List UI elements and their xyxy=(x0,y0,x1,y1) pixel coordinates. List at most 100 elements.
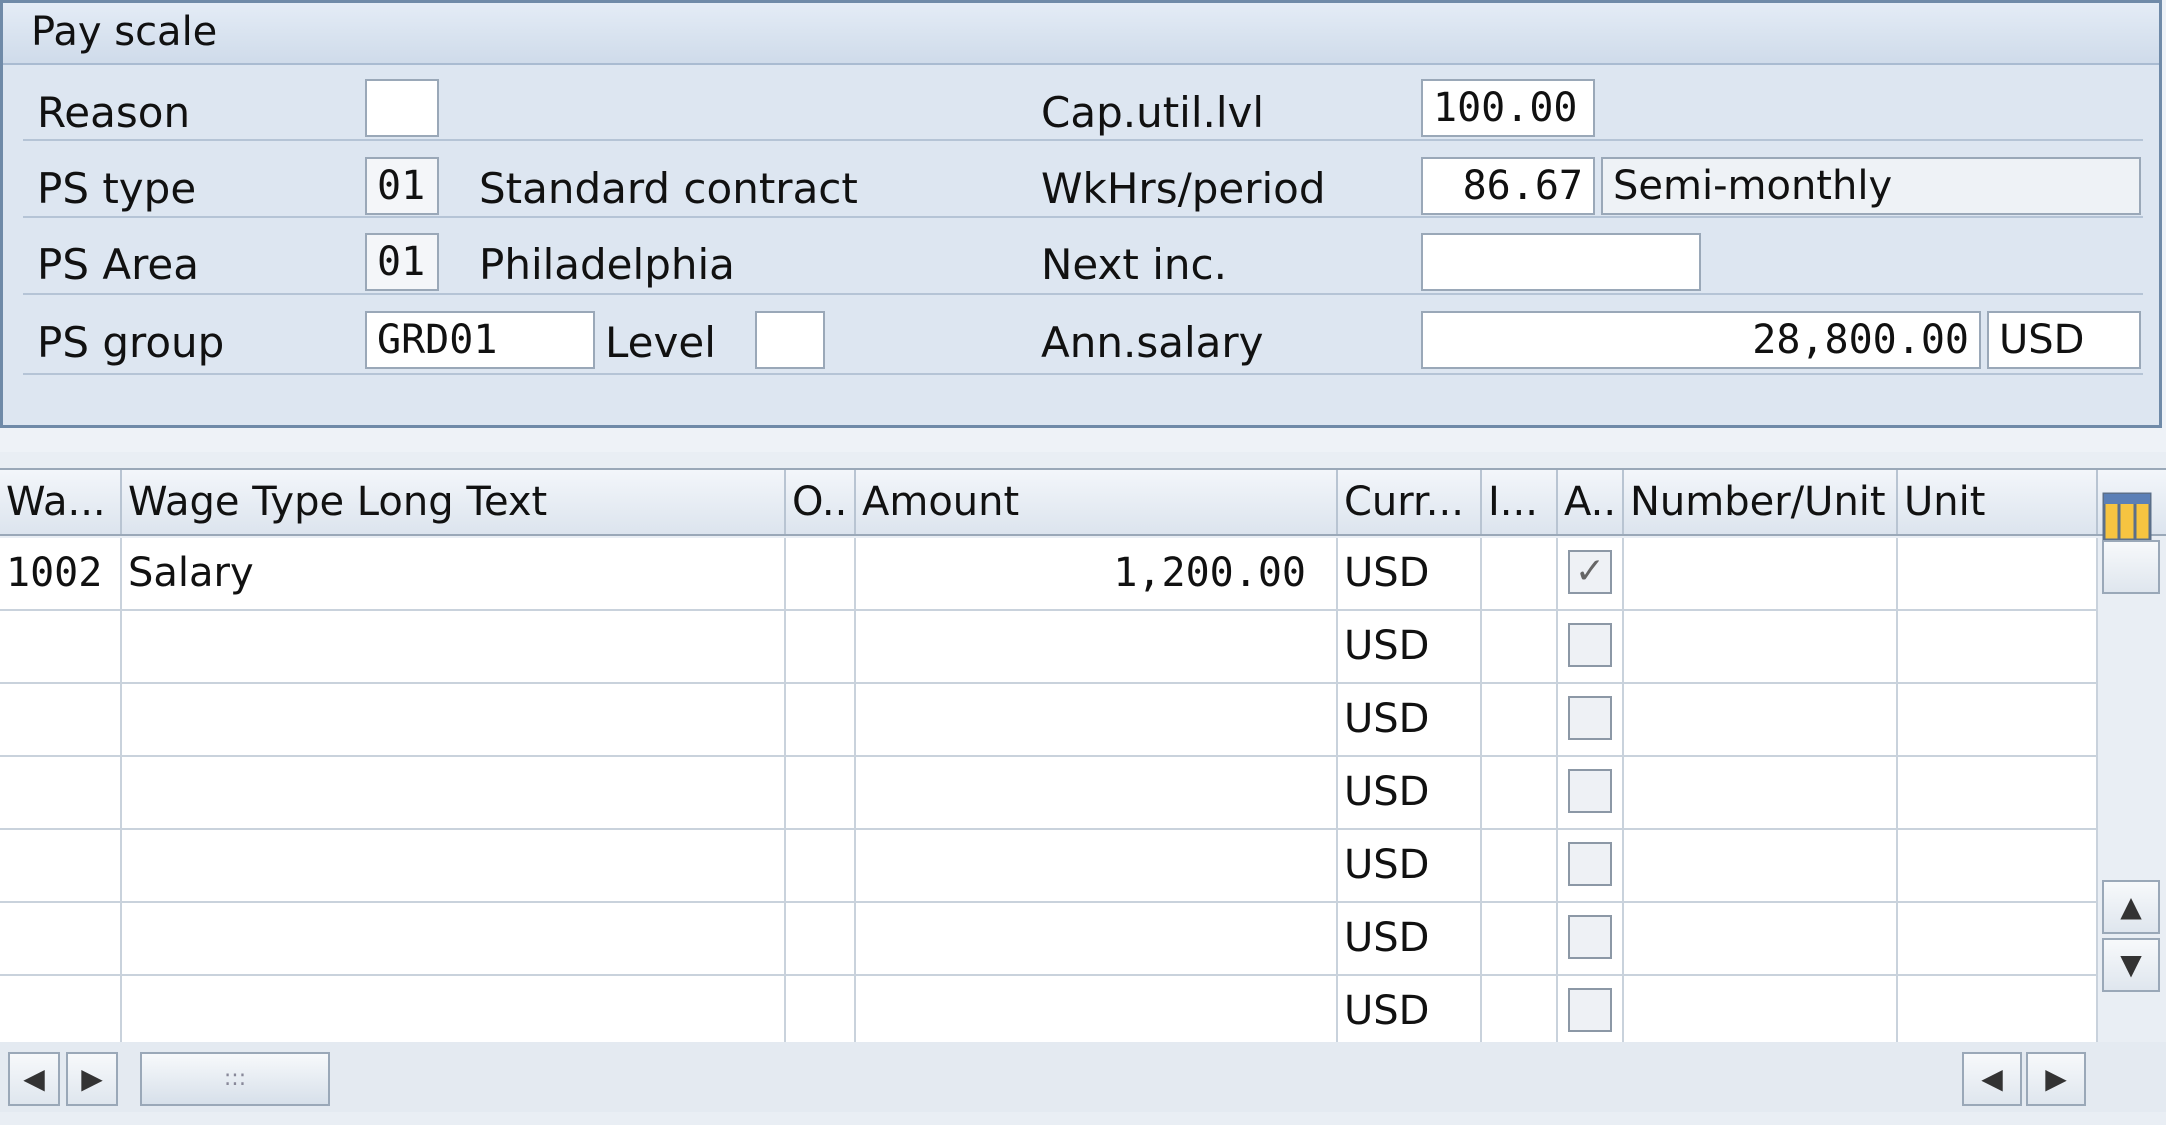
cell-wage-type[interactable] xyxy=(0,757,122,830)
cell-i[interactable] xyxy=(1482,976,1558,1049)
cell-o[interactable] xyxy=(786,684,856,757)
cell-o[interactable] xyxy=(786,611,856,684)
cell-amount[interactable] xyxy=(856,684,1338,757)
cell-wage-type[interactable] xyxy=(0,611,122,684)
cell-a xyxy=(1558,976,1624,1049)
cell-i[interactable] xyxy=(1482,538,1558,611)
col-header-number-unit[interactable]: Number/Unit xyxy=(1624,470,1898,534)
ann-salary-field[interactable]: 28,800.00 xyxy=(1421,311,1981,369)
cell-unit[interactable] xyxy=(1898,684,2098,757)
cell-wage-type[interactable] xyxy=(0,830,122,903)
cell-amount[interactable] xyxy=(856,903,1338,976)
ann-salary-currency-field[interactable]: USD xyxy=(1987,311,2141,369)
wkhrs-field[interactable]: 86.67 xyxy=(1421,157,1595,215)
assignment-checkbox[interactable] xyxy=(1568,988,1612,1032)
col-header-amount[interactable]: Amount xyxy=(856,470,1338,534)
scroll-right-right-button[interactable]: ▶ xyxy=(2026,1052,2086,1106)
reason-field[interactable] xyxy=(365,79,439,137)
cell-a xyxy=(1558,903,1624,976)
cell-a xyxy=(1558,757,1624,830)
cell-currency[interactable]: USD xyxy=(1338,757,1482,830)
cell-wage-type[interactable] xyxy=(0,684,122,757)
cap-util-field[interactable]: 100.00 xyxy=(1421,79,1595,137)
next-inc-label: Next inc. xyxy=(1041,240,1227,289)
scroll-right-button[interactable]: ▶ xyxy=(66,1052,118,1106)
cell-unit[interactable] xyxy=(1898,976,2098,1049)
cell-number-unit[interactable] xyxy=(1624,976,1898,1049)
row-divider xyxy=(23,139,2143,141)
col-header-unit[interactable]: Unit xyxy=(1898,470,2098,534)
cell-long-text[interactable] xyxy=(122,611,786,684)
assignment-checkbox[interactable]: ✓ xyxy=(1568,550,1612,594)
cell-long-text[interactable] xyxy=(122,830,786,903)
col-header-i[interactable]: I... xyxy=(1482,470,1558,534)
cell-long-text[interactable] xyxy=(122,903,786,976)
cell-o[interactable] xyxy=(786,757,856,830)
cell-amount[interactable]: 1,200.00 xyxy=(856,538,1338,611)
scroll-down-button[interactable]: ▼ xyxy=(2102,938,2160,992)
cell-o[interactable] xyxy=(786,830,856,903)
scroll-thumb[interactable]: ::: xyxy=(140,1052,330,1106)
cell-o[interactable] xyxy=(786,903,856,976)
cell-amount[interactable] xyxy=(856,830,1338,903)
col-header-currency[interactable]: Curr... xyxy=(1338,470,1482,534)
col-header-long-text[interactable]: Wage Type Long Text xyxy=(122,470,786,534)
col-header-o[interactable]: O.. xyxy=(786,470,856,534)
cell-i[interactable] xyxy=(1482,684,1558,757)
scroll-up-button[interactable]: ▲ xyxy=(2102,880,2160,934)
cell-currency[interactable]: USD xyxy=(1338,538,1482,611)
next-inc-field[interactable] xyxy=(1421,233,1701,291)
cell-unit[interactable] xyxy=(1898,830,2098,903)
cell-currency[interactable]: USD xyxy=(1338,903,1482,976)
cell-number-unit[interactable] xyxy=(1624,830,1898,903)
cell-wage-type[interactable] xyxy=(0,903,122,976)
cell-unit[interactable] xyxy=(1898,903,2098,976)
cell-wage-type[interactable]: 1002 xyxy=(0,538,122,611)
assignment-checkbox[interactable] xyxy=(1568,915,1612,959)
ps-group-field[interactable]: GRD01 xyxy=(365,311,595,369)
cell-currency[interactable]: USD xyxy=(1338,684,1482,757)
table-row: USD xyxy=(0,903,2098,976)
cell-o[interactable] xyxy=(786,538,856,611)
cell-amount[interactable] xyxy=(856,976,1338,1049)
assignment-checkbox[interactable] xyxy=(1568,769,1612,813)
cell-long-text[interactable]: Salary xyxy=(122,538,786,611)
cell-o[interactable] xyxy=(786,976,856,1049)
assignment-checkbox[interactable] xyxy=(1568,842,1612,886)
cell-number-unit[interactable] xyxy=(1624,757,1898,830)
level-field[interactable] xyxy=(755,311,825,369)
scroll-top-button[interactable] xyxy=(2102,540,2160,594)
cell-i[interactable] xyxy=(1482,830,1558,903)
cell-currency[interactable]: USD xyxy=(1338,830,1482,903)
vertical-scrollbar[interactable]: ▲ ▼ xyxy=(2100,540,2164,1010)
cell-number-unit[interactable] xyxy=(1624,538,1898,611)
col-header-a[interactable]: A.. xyxy=(1558,470,1624,534)
cell-currency[interactable]: USD xyxy=(1338,611,1482,684)
cell-number-unit[interactable] xyxy=(1624,903,1898,976)
cell-unit[interactable] xyxy=(1898,611,2098,684)
assignment-checkbox[interactable] xyxy=(1568,623,1612,667)
assignment-checkbox[interactable] xyxy=(1568,696,1612,740)
cell-long-text[interactable] xyxy=(122,976,786,1049)
scroll-left-button[interactable]: ◀ xyxy=(8,1052,60,1106)
cell-i[interactable] xyxy=(1482,611,1558,684)
cell-unit[interactable] xyxy=(1898,538,2098,611)
cell-long-text[interactable] xyxy=(122,684,786,757)
wkhrs-period-field[interactable]: Semi-monthly xyxy=(1601,157,2141,215)
cell-number-unit[interactable] xyxy=(1624,611,1898,684)
cell-amount[interactable] xyxy=(856,757,1338,830)
table-settings-icon[interactable] xyxy=(2102,492,2152,542)
cell-wage-type[interactable] xyxy=(0,976,122,1049)
cell-long-text[interactable] xyxy=(122,757,786,830)
cell-number-unit[interactable] xyxy=(1624,684,1898,757)
cell-i[interactable] xyxy=(1482,903,1558,976)
col-header-wage-type[interactable]: Wa... xyxy=(0,470,122,534)
cell-amount[interactable] xyxy=(856,611,1338,684)
horizontal-scrollbar[interactable]: ◀ ▶ ::: ◀ ▶ xyxy=(0,1042,2166,1112)
cell-unit[interactable] xyxy=(1898,757,2098,830)
ps-type-field[interactable]: 01 xyxy=(365,157,439,215)
scroll-left-right-button[interactable]: ◀ xyxy=(1962,1052,2022,1106)
ps-area-field[interactable]: 01 xyxy=(365,233,439,291)
cell-currency[interactable]: USD xyxy=(1338,976,1482,1049)
cell-i[interactable] xyxy=(1482,757,1558,830)
